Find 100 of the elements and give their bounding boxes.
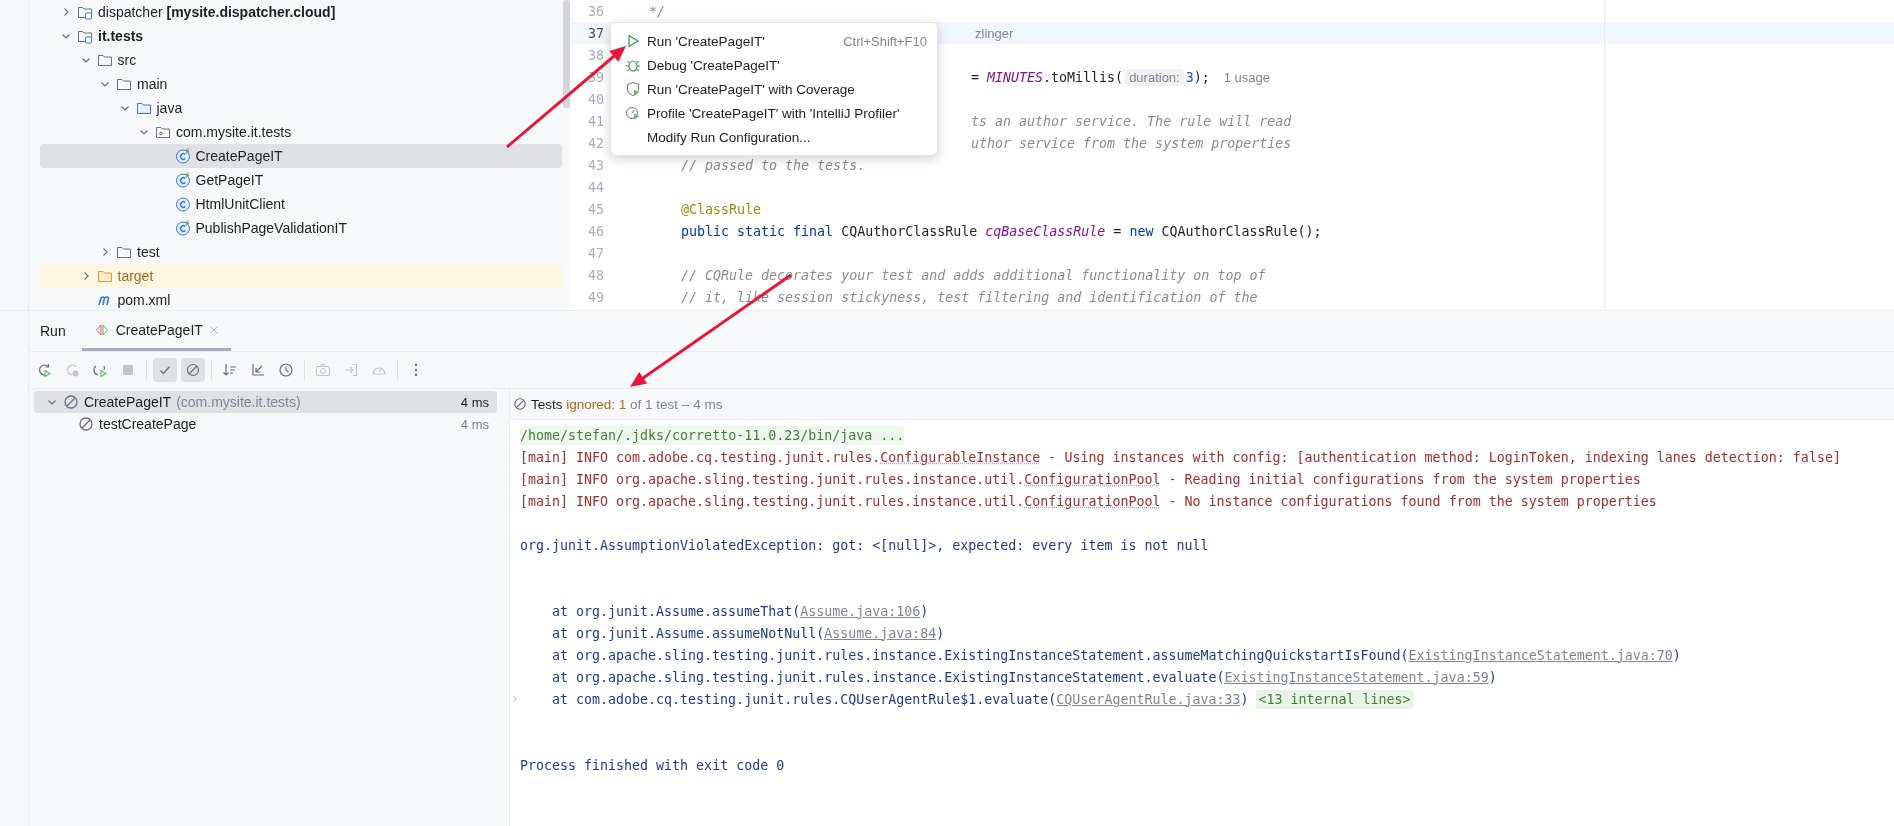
code-keyword: new — [1129, 223, 1155, 239]
shortcut-text: Ctrl+Shift+F10 — [843, 33, 927, 49]
tree-item[interactable]: dispatcher [mysite.dispatcher.cloud] — [40, 0, 562, 24]
tree-item[interactable]: HtmlUnitClient — [40, 192, 562, 216]
folder-icon — [135, 100, 152, 116]
bug-icon — [625, 57, 641, 73]
tree-item[interactable]: target — [40, 264, 562, 288]
tree-item[interactable]: java — [40, 96, 562, 120]
line-number: 49 — [587, 289, 604, 305]
ignored-icon — [78, 416, 94, 432]
menu-item[interactable]: Run 'CreatePageIT' with Coverage — [611, 77, 937, 101]
package-icon — [155, 124, 171, 140]
test-class-icon — [174, 220, 191, 236]
folder-icon — [116, 76, 132, 92]
class-reference: ConfigurationPool — [1024, 471, 1161, 487]
console-text: ) — [1488, 669, 1497, 685]
source-link[interactable]: Assume.java:106 — [800, 603, 921, 619]
source-link[interactable]: CQUserAgentRule.java:33 — [1056, 691, 1241, 707]
line-number: 43 — [587, 157, 604, 173]
line-number: 42 — [587, 135, 604, 151]
expand-chevron-icon[interactable] — [510, 694, 520, 704]
code-number: 3 — [1185, 69, 1194, 85]
code-text: = — [1112, 223, 1123, 239]
show-passed-button[interactable] — [153, 358, 177, 382]
test-tree-item[interactable]: testCreatePage 4 ms — [34, 413, 497, 435]
run-tab[interactable]: CreatePageIT — [81, 311, 231, 351]
line-number: 47 — [587, 245, 604, 261]
code-field: cqBaseClassRule — [985, 223, 1106, 239]
play-icon — [625, 33, 641, 49]
source-link[interactable]: Assume.java:84 — [824, 625, 937, 641]
console-text: [main] INFO org.apache.sling.testing.junit.rules.instance.util. — [520, 471, 1025, 487]
ignored-icon — [63, 394, 79, 410]
line-number: 45 — [587, 201, 604, 217]
tree-item[interactable]: pom.xml — [40, 288, 562, 310]
console-text: at org.junit.Assume.assumeThat( — [552, 603, 801, 619]
show-ignored-button[interactable] — [181, 358, 205, 382]
code-annotation: @ClassRule — [680, 201, 762, 217]
menu-item[interactable]: Profile 'CreatePageIT' with 'IntelliJ Profiler' — [611, 101, 937, 125]
collapse-icon — [250, 362, 266, 378]
code-text: ); — [1193, 69, 1210, 85]
console-text: [main] INFO com.adobe.cq.testing.junit.rules. — [520, 449, 881, 465]
line-number: 36 — [587, 3, 604, 19]
console-text: - Reading initial configurations from the system properties — [1167, 471, 1641, 487]
console-text: ) — [1672, 647, 1681, 663]
scrollbar[interactable] — [563, 0, 570, 108]
code-comment: // passed to the tests. — [680, 157, 866, 173]
tree-item[interactable]: PublishPageValidationIT — [40, 216, 562, 240]
stop-icon — [120, 362, 136, 378]
menu-item[interactable]: Run 'CreatePageIT' Ctrl+Shift+F10 — [611, 29, 937, 53]
code-text: CQAuthorClassRule — [841, 223, 979, 239]
folder-icon — [116, 244, 132, 260]
tree-item[interactable]: src — [40, 48, 562, 72]
console-text: ) — [920, 603, 929, 619]
camera-icon — [315, 362, 331, 378]
console-text: at com.adobe.cq.testing.junit.rules.CQUserAgentRule$1.evaluate( — [552, 691, 1057, 707]
clock-icon — [278, 362, 294, 378]
module-folder-icon — [77, 28, 93, 44]
source-link[interactable]: ExistingInstanceStatement.java:70 — [1408, 647, 1673, 663]
source-link[interactable]: ExistingInstanceStatement.java:59 — [1224, 669, 1489, 685]
test-class-icon — [174, 172, 191, 188]
sort-icon — [222, 362, 238, 378]
tree-item[interactable]: it.tests — [40, 24, 562, 48]
author-hint: zlinger — [975, 25, 1014, 41]
code-comment: uthor service from the system properties — [971, 135, 1292, 151]
console-text: at org.apache.sling.testing.junit.rules.instance.ExistingInstanceStatement.evaluate( — [552, 669, 1225, 685]
line-number: 48 — [587, 267, 604, 283]
console-text: ) — [936, 625, 945, 641]
ignored-icon — [185, 362, 201, 378]
internal-lines-fold[interactable]: <13 internal lines> — [1256, 689, 1413, 709]
menu-item[interactable]: Modify Run Configuration... — [611, 125, 937, 149]
test-status-text: Tests ignored: 1 of 1 test – 4 ms — [531, 396, 723, 412]
parameter-hint: duration: — [1125, 68, 1184, 86]
tree-item[interactable]: test — [40, 240, 562, 264]
line-number: 44 — [587, 179, 604, 195]
rerun-icon — [36, 362, 52, 378]
code-text: CQAuthorClassRule(); — [1161, 223, 1322, 239]
console-text: Process finished with exit code 0 — [520, 757, 785, 773]
code-comment: // CQRule decorates your test and adds additional functionality on top of — [680, 267, 1266, 283]
usage-hint: 1 usage — [1223, 69, 1270, 85]
test-class-icon — [174, 148, 191, 164]
console-text: - No instance configurations found from the system properties — [1167, 493, 1657, 509]
test-tree-item[interactable]: CreatePageIT (com.mysite.it.tests) 4 ms — [34, 391, 497, 413]
line-number: 37 — [587, 25, 604, 41]
console-text: at org.apache.sling.testing.junit.rules.instance.ExistingInstanceStatement.assumeMatchingQuickstartIsFound( — [552, 647, 1409, 663]
folder-icon — [96, 268, 113, 284]
module-folder-icon — [77, 4, 93, 20]
folder-icon — [96, 52, 113, 68]
console-text: [main] INFO org.apache.sling.testing.junit.rules.instance.util. — [520, 493, 1025, 509]
console-text: org.junit.AssumptionViolatedException: got: <[null]>, expected: every item is not null — [520, 537, 1209, 553]
tree-item[interactable]: CreatePageIT — [40, 144, 562, 168]
line-number: 38 — [587, 47, 604, 63]
close-icon[interactable] — [208, 324, 219, 335]
tree-item[interactable]: main — [40, 72, 562, 96]
shield-play-icon — [625, 81, 641, 97]
class-icon — [174, 196, 191, 212]
menu-item[interactable]: Debug 'CreatePageIT' — [611, 53, 937, 77]
tree-item[interactable]: com.mysite.it.tests — [40, 120, 562, 144]
tree-item[interactable]: GetPageIT — [40, 168, 562, 192]
code-field: MINUTES — [987, 69, 1044, 85]
rerun-failed-icon — [64, 362, 80, 378]
